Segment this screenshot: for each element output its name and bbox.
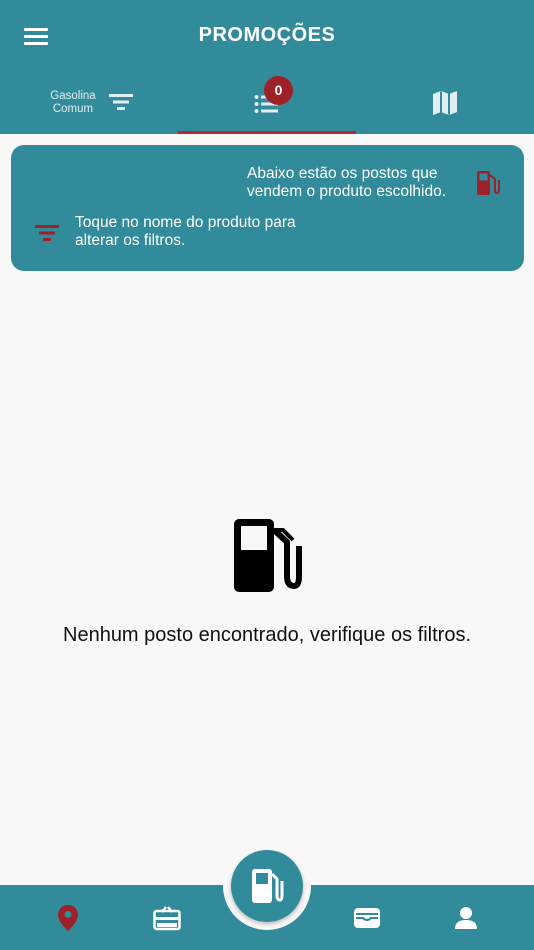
map-pin-icon — [58, 904, 78, 931]
nav-item-profile[interactable] — [436, 885, 496, 950]
tab-fuel-filter[interactable]: Gasolina Comum — [0, 70, 178, 134]
info-card: Abaixo estão os postos que vendem o prod… — [11, 145, 524, 271]
tab-list[interactable]: 0 — [178, 70, 356, 134]
info-text-stations: Abaixo estão os postos que vendem o prod… — [247, 165, 447, 200]
results-count-badge: 0 — [264, 76, 293, 105]
map-icon — [433, 91, 457, 115]
wallet-icon — [354, 907, 380, 928]
fuel-pump-icon — [252, 869, 284, 903]
tab-bar: Gasolina Comum 0 — [0, 70, 534, 134]
page-title: PROMOÇÕES — [198, 24, 336, 46]
filter-icon — [109, 94, 133, 110]
filter-icon[interactable] — [34, 223, 60, 243]
nav-item-wallet[interactable] — [337, 885, 397, 950]
profile-icon — [455, 906, 477, 929]
empty-state-message: Nenhum posto encontrado, verifique os fi… — [63, 624, 471, 646]
info-text-filter-hint: Toque no nome do produto para alterar os… — [75, 214, 296, 249]
active-tab-indicator — [178, 131, 356, 134]
fuel-station-button[interactable] — [231, 850, 303, 922]
fuel-type-label: Gasolina Comum — [50, 90, 96, 115]
app-header: PROMOÇÕES Gasolina Comum 0 — [0, 0, 534, 134]
nav-item-gift-card[interactable] — [137, 885, 197, 950]
fuel-pump-icon — [234, 519, 302, 592]
gift-card-icon — [153, 905, 181, 930]
fuel-pump-icon — [477, 171, 500, 195]
tab-map[interactable] — [356, 70, 534, 134]
nav-item-map[interactable] — [38, 885, 98, 950]
